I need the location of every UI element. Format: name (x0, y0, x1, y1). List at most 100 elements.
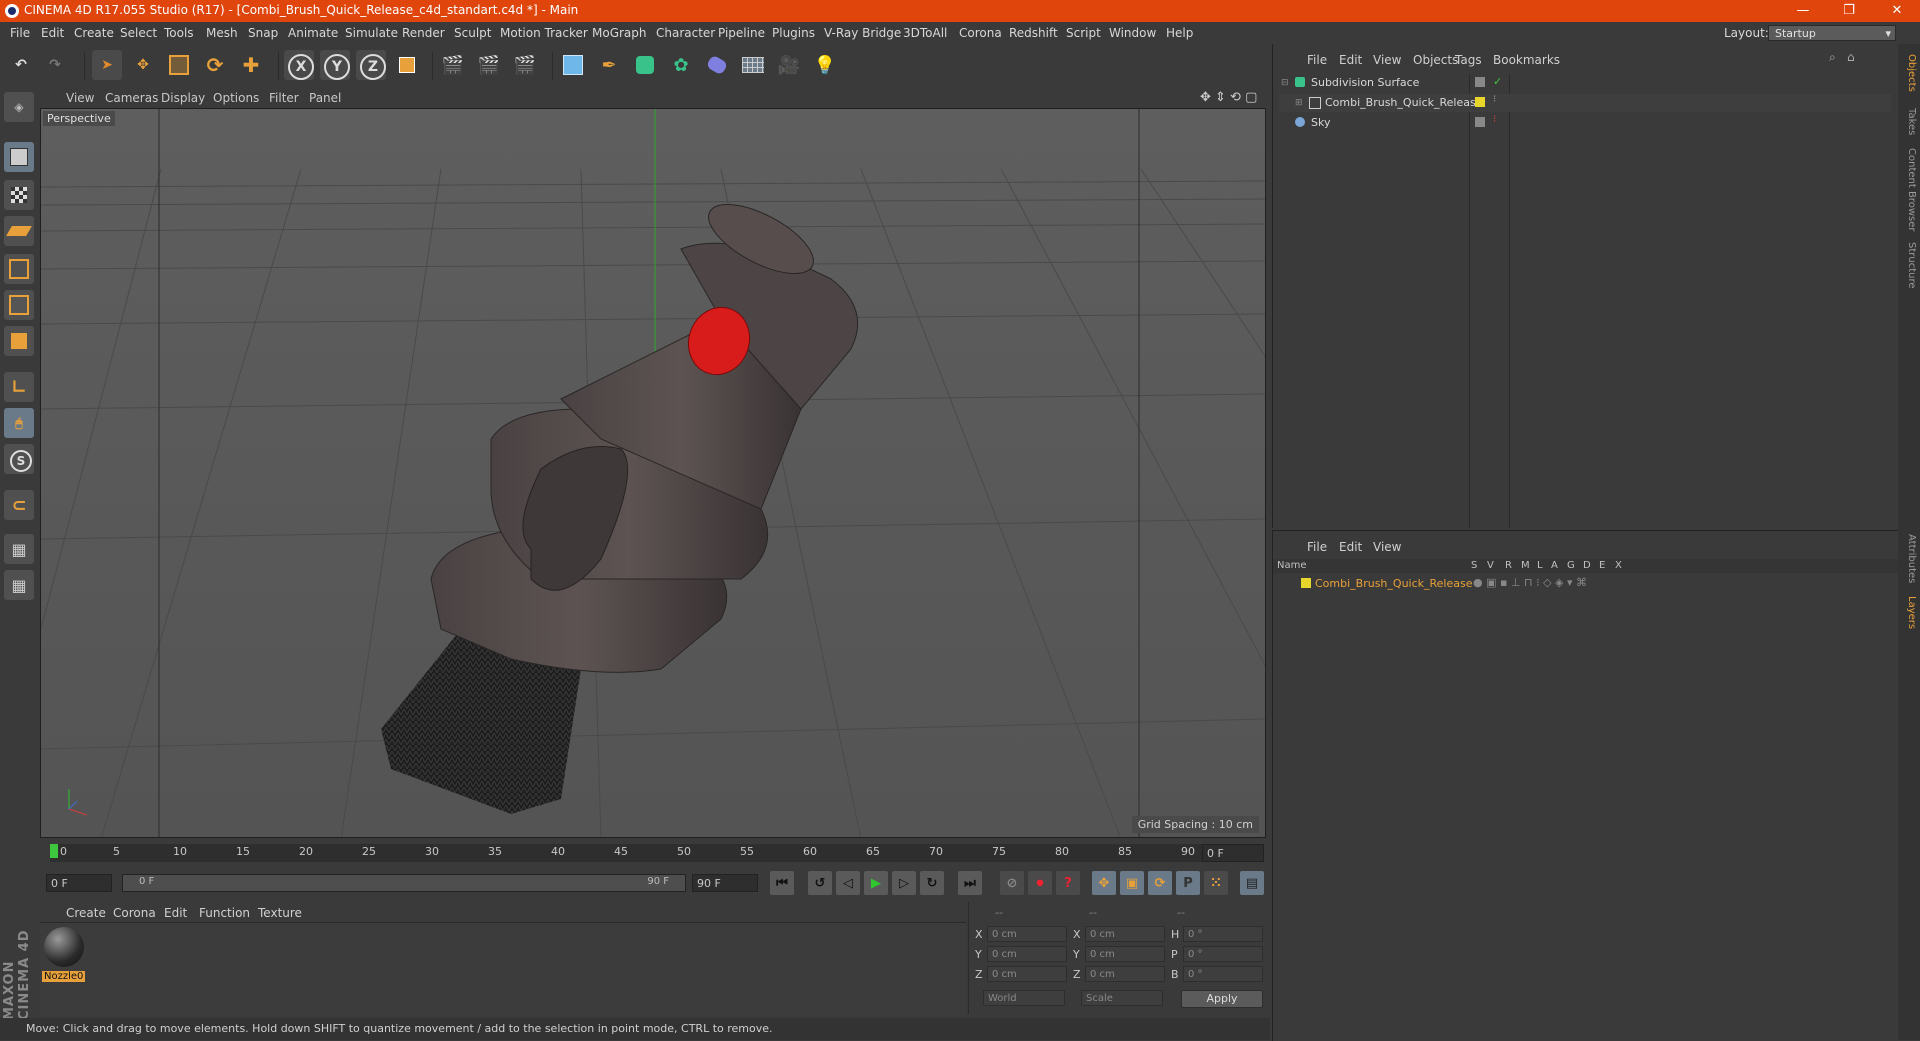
axis-z-button[interactable]: Z (356, 50, 386, 80)
column-header-manager[interactable]: M (1521, 560, 1530, 571)
material-menu-edit[interactable]: Edit (164, 906, 187, 920)
tab-content-browser[interactable]: Content Browser (1901, 148, 1917, 231)
column-header-locked[interactable]: L (1537, 560, 1543, 571)
column-header-xref[interactable]: X (1615, 560, 1622, 571)
points-mode-button[interactable] (4, 254, 34, 284)
camera-button[interactable]: 🎥 (774, 50, 804, 80)
column-header-solo[interactable]: S (1471, 560, 1477, 571)
object-menu-edit[interactable]: Edit (1339, 53, 1362, 67)
menu-vray-bridge[interactable]: V-Ray Bridge (824, 26, 901, 40)
tab-takes[interactable]: Takes (1901, 108, 1917, 135)
minimize-button[interactable]: — (1780, 0, 1826, 22)
search-icon[interactable]: ⌕ (1829, 50, 1836, 65)
coord-rot-b-field[interactable]: 0 ° (1183, 966, 1263, 982)
menu-edit[interactable]: Edit (41, 26, 64, 40)
menu-render[interactable]: Render (402, 26, 445, 40)
coord-space-select[interactable]: World (983, 990, 1065, 1006)
cube-object-button[interactable] (558, 50, 588, 80)
polygons-mode-button[interactable] (4, 326, 34, 356)
material-menu-corona[interactable]: Corona (113, 906, 156, 920)
viewport-menu-view[interactable]: View (66, 91, 94, 105)
object-row-combi-brush[interactable]: ⊞ Combi_Brush_Quick_Release ⁝ (1279, 94, 1891, 112)
layout-select[interactable]: Startup (1768, 25, 1896, 42)
expand-icon[interactable]: ⊞ (1295, 98, 1303, 108)
column-header-name[interactable]: Name (1277, 560, 1307, 571)
visibility-dots-icon[interactable]: ⁝ (1493, 94, 1496, 105)
record-rotation-button[interactable]: ⟳ (1148, 871, 1172, 895)
column-header-animation[interactable]: A (1551, 560, 1558, 571)
menu-script[interactable]: Script (1066, 26, 1101, 40)
next-key-button[interactable]: ↻ (920, 871, 944, 895)
timeline-track[interactable] (50, 844, 1206, 862)
menu-simulate[interactable]: Simulate (345, 26, 398, 40)
axis-x-button[interactable]: X (284, 50, 314, 80)
move-tool-button[interactable]: ✥ (128, 50, 158, 80)
object-menu-bookmarks[interactable]: Bookmarks (1493, 53, 1560, 67)
menu-3dtoall[interactable]: 3DToAll (903, 26, 947, 40)
layer-flags-icon[interactable]: ● ▣ ▪ ⊥ ⊓ ⁝ ◇ ◈ ▾ ⌘ (1473, 576, 1587, 589)
menu-plugins[interactable]: Plugins (772, 26, 815, 40)
tab-layers[interactable]: Layers (1901, 596, 1917, 629)
viewport-menu-panel[interactable]: Panel (309, 91, 341, 105)
play-button[interactable]: ▶ (864, 871, 888, 895)
recent-tools-button[interactable]: ✚ (236, 50, 266, 80)
layer-menu-view[interactable]: View (1373, 540, 1401, 554)
start-frame-field[interactable]: 0 F (46, 874, 112, 892)
menu-create[interactable]: Create (74, 26, 114, 40)
object-menu-objects[interactable]: Objects (1413, 53, 1458, 67)
menu-mograph[interactable]: MoGraph (592, 26, 647, 40)
coord-pos-y-field[interactable]: 0 cm (987, 946, 1067, 962)
go-to-end-button[interactable]: ⏭ (958, 871, 982, 895)
layer-row[interactable]: Combi_Brush_Quick_Release ● ▣ ▪ ⊥ ⊓ ⁝ ◇ … (1273, 575, 1899, 593)
menu-corona[interactable]: Corona (959, 26, 1002, 40)
coord-mode-select[interactable]: Scale (1081, 990, 1163, 1006)
menu-pipeline[interactable]: Pipeline (718, 26, 765, 40)
layer-color-icon[interactable] (1475, 97, 1485, 107)
3d-viewport[interactable]: Perspective Grid Spacing : 10 cm (40, 108, 1266, 838)
viewport-menu-options[interactable]: Options (213, 91, 259, 105)
visibility-toggle-icon[interactable] (1475, 77, 1485, 87)
range-slider[interactable]: 0 F 90 F (122, 874, 686, 892)
coord-size-y-field[interactable]: 0 cm (1085, 946, 1165, 962)
edges-mode-button[interactable] (4, 290, 34, 320)
menu-character[interactable]: Character (656, 26, 715, 40)
menu-snap[interactable]: Snap (248, 26, 278, 40)
timeline-ruler[interactable]: 0 5 10 15 20 25 30 35 40 45 50 55 60 65 … (40, 840, 1266, 864)
previous-key-button[interactable]: ↺ (808, 871, 832, 895)
home-icon[interactable]: ⌂ (1847, 50, 1855, 64)
menu-select[interactable]: Select (120, 26, 157, 40)
object-row-sky[interactable]: Sky ⁝ (1279, 114, 1891, 132)
material-menu-function[interactable]: Function (199, 906, 250, 920)
object-menu-file[interactable]: File (1307, 53, 1327, 67)
object-menu-view[interactable]: View (1373, 53, 1401, 67)
menu-animate[interactable]: Animate (288, 26, 338, 40)
visibility-dots-icon[interactable]: ⁝ (1493, 114, 1496, 125)
layer-color-swatch[interactable] (1301, 578, 1311, 588)
record-parameter-button[interactable]: P (1176, 871, 1200, 895)
next-frame-button[interactable]: ▷ (892, 871, 916, 895)
layer-menu-edit[interactable]: Edit (1339, 540, 1362, 554)
menu-file[interactable]: File (10, 26, 30, 40)
column-header-generators[interactable]: G (1567, 560, 1575, 571)
axis-mode-button[interactable]: ∟ (4, 372, 34, 402)
snap-button[interactable]: ⊂ (4, 490, 34, 520)
axis-y-button[interactable]: Y (320, 50, 350, 80)
menu-window[interactable]: Window (1109, 26, 1156, 40)
tab-attributes[interactable]: Attributes (1901, 534, 1917, 583)
solo-button[interactable]: S (4, 444, 34, 474)
viewport-menu-cameras[interactable]: Cameras (105, 91, 158, 105)
coord-pos-x-field[interactable]: 0 cm (987, 926, 1067, 942)
planar-workplane-button[interactable]: ▦ (4, 570, 34, 600)
spline-pen-button[interactable]: ✒ (594, 50, 624, 80)
current-frame-field[interactable]: 0 F (1202, 844, 1264, 862)
autokey-button[interactable]: ? (1056, 871, 1080, 895)
coordinate-system-button[interactable] (392, 50, 422, 80)
column-header-view[interactable]: V (1487, 560, 1494, 571)
keyframe-selection-button[interactable]: ⊘ (1000, 871, 1024, 895)
viewport-camera-label[interactable]: Perspective (43, 111, 115, 126)
material-menu-create[interactable]: Create (66, 906, 106, 920)
tweak-mode-button[interactable]: 🖱 (4, 408, 34, 438)
cloner-button[interactable]: ✿ (666, 50, 696, 80)
record-button[interactable]: ⏺ (1028, 871, 1052, 895)
restore-button[interactable]: ❐ (1826, 0, 1872, 22)
